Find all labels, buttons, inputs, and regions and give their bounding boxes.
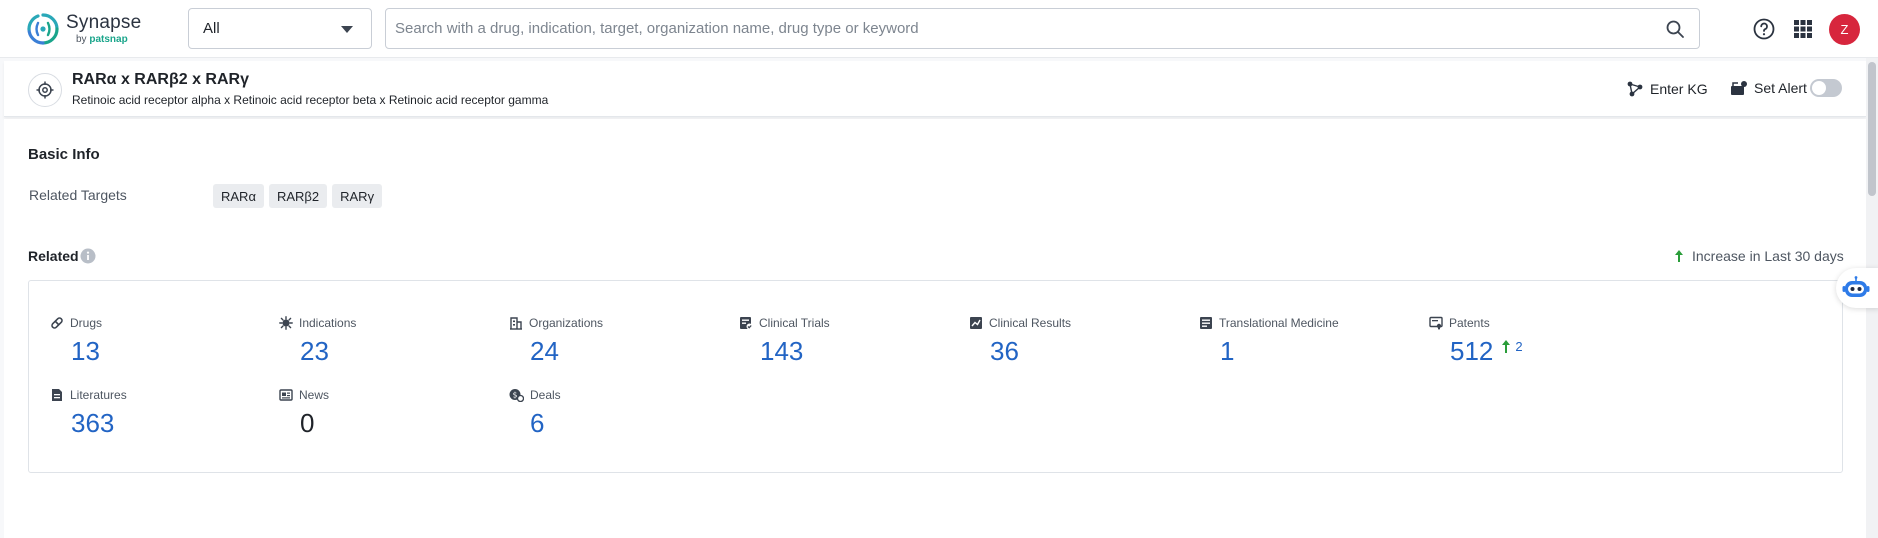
stat-value[interactable]: 512 xyxy=(1450,337,1493,365)
set-alert-label: Set Alert xyxy=(1754,80,1807,96)
target-title: RARα x RARβ2 x RARγ xyxy=(72,71,249,89)
search-box xyxy=(385,8,1700,49)
deal-icon: $ xyxy=(509,388,524,402)
toggle-knob xyxy=(1812,81,1826,95)
stat-label: Organizations xyxy=(529,316,603,330)
related-targets-label: Related Targets xyxy=(29,187,127,203)
app-name: Synapse xyxy=(66,13,141,32)
related-stats-card: Drugs 13 Indications 23 xyxy=(28,280,1843,473)
info-icon[interactable] xyxy=(80,248,96,264)
target-header: RARα x RARβ2 x RARγ Retinoic acid recept… xyxy=(4,61,1866,117)
logo-wordmark: Synapse by patsnap xyxy=(66,13,141,45)
stat-label: Indications xyxy=(299,316,356,330)
stat-indications[interactable]: Indications 23 xyxy=(279,315,479,367)
stat-value[interactable]: 363 xyxy=(71,409,114,437)
search-scope-value: All xyxy=(203,20,220,37)
clinical-results-icon xyxy=(969,316,983,330)
stat-label: Literatures xyxy=(70,388,127,402)
search-icon[interactable] xyxy=(1665,19,1685,39)
stat-patents[interactable]: Patents 512 2 xyxy=(1429,315,1669,367)
stat-label: News xyxy=(299,388,329,402)
translational-medicine-icon xyxy=(1199,316,1213,330)
stat-news[interactable]: News 0 xyxy=(279,387,479,439)
synapse-logo[interactable]: Synapse by patsnap xyxy=(26,12,141,46)
stat-value[interactable]: 36 xyxy=(990,337,1019,365)
stat-value[interactable]: 143 xyxy=(760,337,803,365)
stat-label: Clinical Results xyxy=(989,316,1071,330)
enter-kg-button[interactable]: Enter KG xyxy=(1626,80,1708,98)
stat-label: Drugs xyxy=(70,316,102,330)
app-sub-brand: patsnap xyxy=(89,34,127,45)
stat-value[interactable]: 23 xyxy=(300,337,329,365)
clinical-trials-icon xyxy=(739,316,753,330)
user-avatar[interactable]: Z xyxy=(1829,14,1860,45)
related-target-chip[interactable]: RARβ2 xyxy=(269,184,327,208)
knowledge-graph-icon xyxy=(1626,80,1644,98)
caret-down-icon xyxy=(341,26,353,33)
arrow-up-icon xyxy=(1501,339,1511,354)
set-alert-toggle[interactable] xyxy=(1810,79,1842,97)
robot-icon xyxy=(1842,276,1870,300)
related-heading: Related xyxy=(28,248,79,264)
stat-value[interactable]: 6 xyxy=(530,409,544,437)
stat-value[interactable]: 24 xyxy=(530,337,559,365)
stat-value[interactable]: 1 xyxy=(1220,337,1234,365)
scrollbar-thumb[interactable] xyxy=(1868,62,1876,196)
alert-bell-icon xyxy=(1730,80,1748,96)
set-alert-button[interactable]: Set Alert xyxy=(1730,80,1807,96)
stat-label: Translational Medicine xyxy=(1219,316,1339,330)
app-subtitle: by patsnap xyxy=(76,35,141,45)
related-targets-list: RARα RARβ2 RARγ xyxy=(213,184,387,208)
target-icon xyxy=(36,81,54,99)
top-navigation-bar: Synapse by patsnap All Z xyxy=(0,0,1878,58)
stat-label: Deals xyxy=(530,388,561,402)
help-icon[interactable] xyxy=(1752,17,1776,41)
stat-label: Patents xyxy=(1449,316,1490,330)
stat-drugs[interactable]: Drugs 13 xyxy=(50,315,250,367)
related-target-chip[interactable]: RARα xyxy=(213,184,264,208)
pill-icon xyxy=(50,316,64,330)
search-input[interactable] xyxy=(386,9,1636,48)
stat-value: 0 xyxy=(300,409,314,437)
target-full-name: Retinoic acid receptor alpha x Retinoic … xyxy=(72,93,548,107)
basic-info-heading: Basic Info xyxy=(28,146,100,163)
patents-increase-value: 2 xyxy=(1515,339,1522,354)
newspaper-icon xyxy=(279,388,293,402)
main-content: Basic Info Related Targets RARα RARβ2 RA… xyxy=(4,119,1866,538)
building-icon xyxy=(509,316,523,330)
patents-increase[interactable]: 2 xyxy=(1501,339,1522,354)
virus-icon xyxy=(279,316,293,330)
stat-organizations[interactable]: Organizations 24 xyxy=(509,315,709,367)
search-scope-select[interactable]: All xyxy=(188,8,372,49)
stat-literatures[interactable]: Literatures 363 xyxy=(50,387,250,439)
stat-translational-medicine[interactable]: Translational Medicine 1 xyxy=(1199,315,1399,367)
related-target-chip[interactable]: RARγ xyxy=(332,184,382,208)
increase-legend-label: Increase in Last 30 days xyxy=(1692,248,1844,264)
stat-clinical-results[interactable]: Clinical Results 36 xyxy=(969,315,1169,367)
patent-icon xyxy=(1429,316,1443,330)
enter-kg-label: Enter KG xyxy=(1650,81,1708,97)
app-sub-prefix: by xyxy=(76,34,87,45)
stat-deals[interactable]: $ Deals 6 xyxy=(509,387,709,439)
increase-legend: Increase in Last 30 days xyxy=(1674,248,1844,264)
svg-text:$: $ xyxy=(513,390,518,399)
apps-grid-icon[interactable] xyxy=(1791,17,1815,41)
stat-value[interactable]: 13 xyxy=(71,337,100,365)
document-icon xyxy=(50,388,64,402)
stat-clinical-trials[interactable]: Clinical Trials 143 xyxy=(739,315,939,367)
stat-label: Clinical Trials xyxy=(759,316,830,330)
target-badge xyxy=(28,73,62,107)
synapse-logo-icon xyxy=(26,12,60,46)
ai-assistant-button[interactable] xyxy=(1836,268,1878,308)
arrow-up-icon xyxy=(1674,249,1684,263)
